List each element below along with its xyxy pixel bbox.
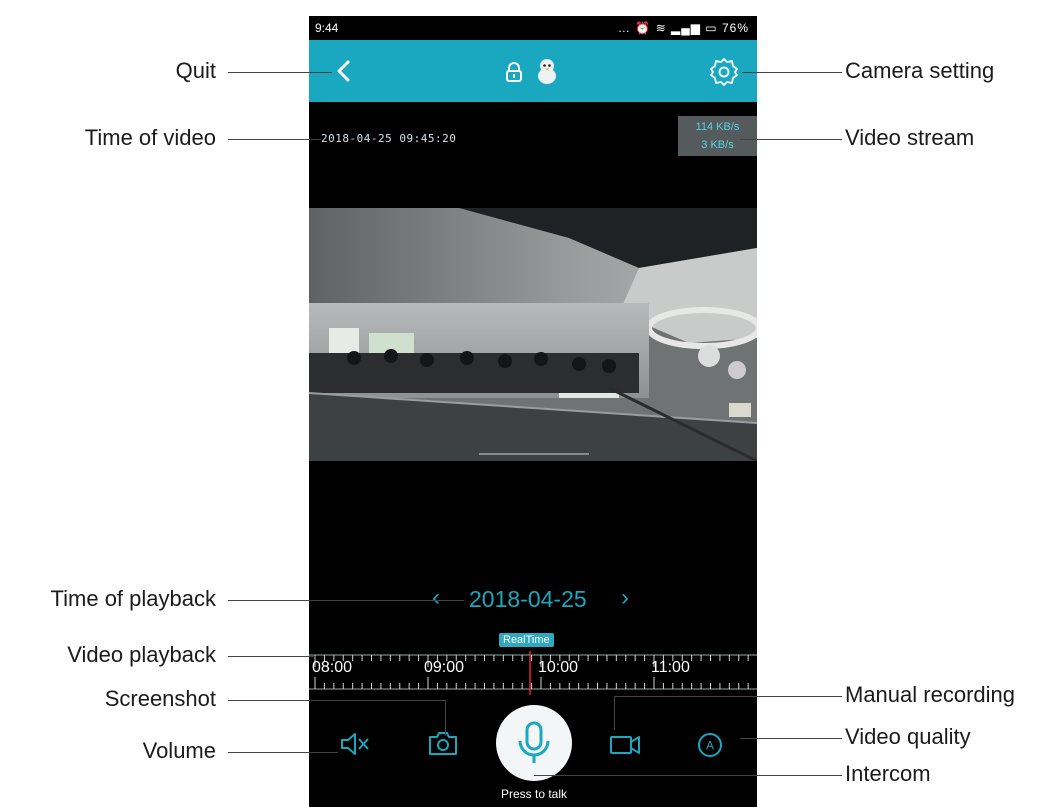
annotation-volume: Volume	[142, 738, 216, 763]
lock-icon[interactable]	[505, 62, 523, 82]
playback-date: 2018-04-25	[469, 586, 587, 612]
phone-screen: 9:44 … ⏰ ≋ ▂▄▆ ▭ 76% 2018-04-25 09:45:20…	[309, 16, 757, 807]
press-to-talk-label: Press to talk	[500, 787, 568, 801]
status-icons: … ⏰ ≋ ▂▄▆ ▭ 76%	[618, 21, 749, 35]
volume-button[interactable]	[339, 729, 371, 764]
leader-screenshot	[228, 700, 446, 701]
status-bar: 9:44 … ⏰ ≋ ▂▄▆ ▭ 76%	[309, 16, 757, 40]
notification-dots-icon: …	[617, 21, 631, 35]
annotation-camera-setting: Camera setting	[845, 58, 995, 83]
screenshot-button[interactable]	[427, 728, 459, 763]
video-camera-icon	[610, 736, 640, 754]
speaker-mute-icon	[341, 733, 369, 755]
annotation-time-of-video: Time of video	[84, 125, 216, 150]
video-quality-button[interactable]: A	[695, 730, 725, 765]
battery-icon: ▭	[705, 21, 718, 35]
annotation-manual-recording: Manual recording	[845, 682, 1015, 707]
leader-video-playback	[228, 656, 316, 657]
video-playback-timeline[interactable]: RealTime 08:00 09:00 10:00 11:00	[309, 633, 757, 695]
chevron-left-icon	[337, 60, 350, 82]
quit-button[interactable]	[329, 54, 359, 88]
battery-percent: 76%	[721, 21, 749, 35]
annotation-video-playback: Video playback	[67, 642, 216, 667]
next-day-button[interactable]: ›	[621, 584, 629, 612]
timeline-label-0900: 09:00	[424, 659, 465, 676]
video-time-overlay: 2018-04-25 09:45:20	[321, 132, 457, 145]
stream-upload-rate: 114 KB/s	[695, 121, 740, 133]
leader-volume	[228, 752, 338, 753]
camera-setting-button[interactable]	[708, 56, 740, 88]
leader-intercom	[534, 775, 842, 776]
previous-day-button[interactable]: ‹	[432, 584, 440, 612]
annotation-time-of-playback: Time of playback	[50, 586, 216, 611]
timeline-label-1000: 10:00	[538, 659, 579, 676]
leader-video-quality	[740, 738, 842, 739]
alarm-icon: ⏰	[635, 21, 652, 35]
control-bar: Press to talk A	[309, 695, 757, 807]
leader-screenshot-drop	[445, 700, 446, 736]
leader-manual-recording	[614, 696, 842, 697]
leader-video-stream	[740, 139, 842, 140]
annotation-intercom: Intercom	[845, 761, 931, 786]
manual-recording-button[interactable]	[608, 729, 642, 764]
leader-time-of-video	[228, 139, 321, 140]
status-time: 9:44	[315, 21, 339, 35]
auto-quality-icon: A	[698, 733, 722, 757]
camera-video-image	[309, 208, 757, 461]
signal-icon: ▂▄▆	[670, 21, 701, 35]
camera-icon	[429, 732, 457, 755]
annotation-video-quality: Video quality	[845, 724, 971, 749]
annotation-screenshot: Screenshot	[104, 686, 216, 711]
svg-text:A: A	[706, 739, 714, 753]
video-stream-indicator: 114 KB/s 3 KB/s	[678, 116, 757, 156]
gear-icon	[710, 58, 738, 86]
header-bar	[309, 40, 757, 102]
timeline-label-1100: 11:00	[651, 659, 690, 676]
leader-manual-recording-drop	[614, 696, 615, 730]
wifi-icon: ≋	[655, 21, 667, 35]
microphone-icon	[518, 721, 550, 763]
mascot-icon	[538, 59, 556, 84]
annotation-video-stream: Video stream	[845, 125, 975, 150]
leader-camera-setting	[742, 72, 842, 73]
timeline-label-0800: 08:00	[312, 659, 353, 676]
leader-quit	[228, 72, 332, 73]
intercom-button[interactable]	[496, 705, 572, 781]
annotation-quit: Quit	[175, 58, 216, 83]
live-video-view[interactable]	[309, 208, 757, 461]
leader-time-of-playback	[228, 600, 464, 601]
